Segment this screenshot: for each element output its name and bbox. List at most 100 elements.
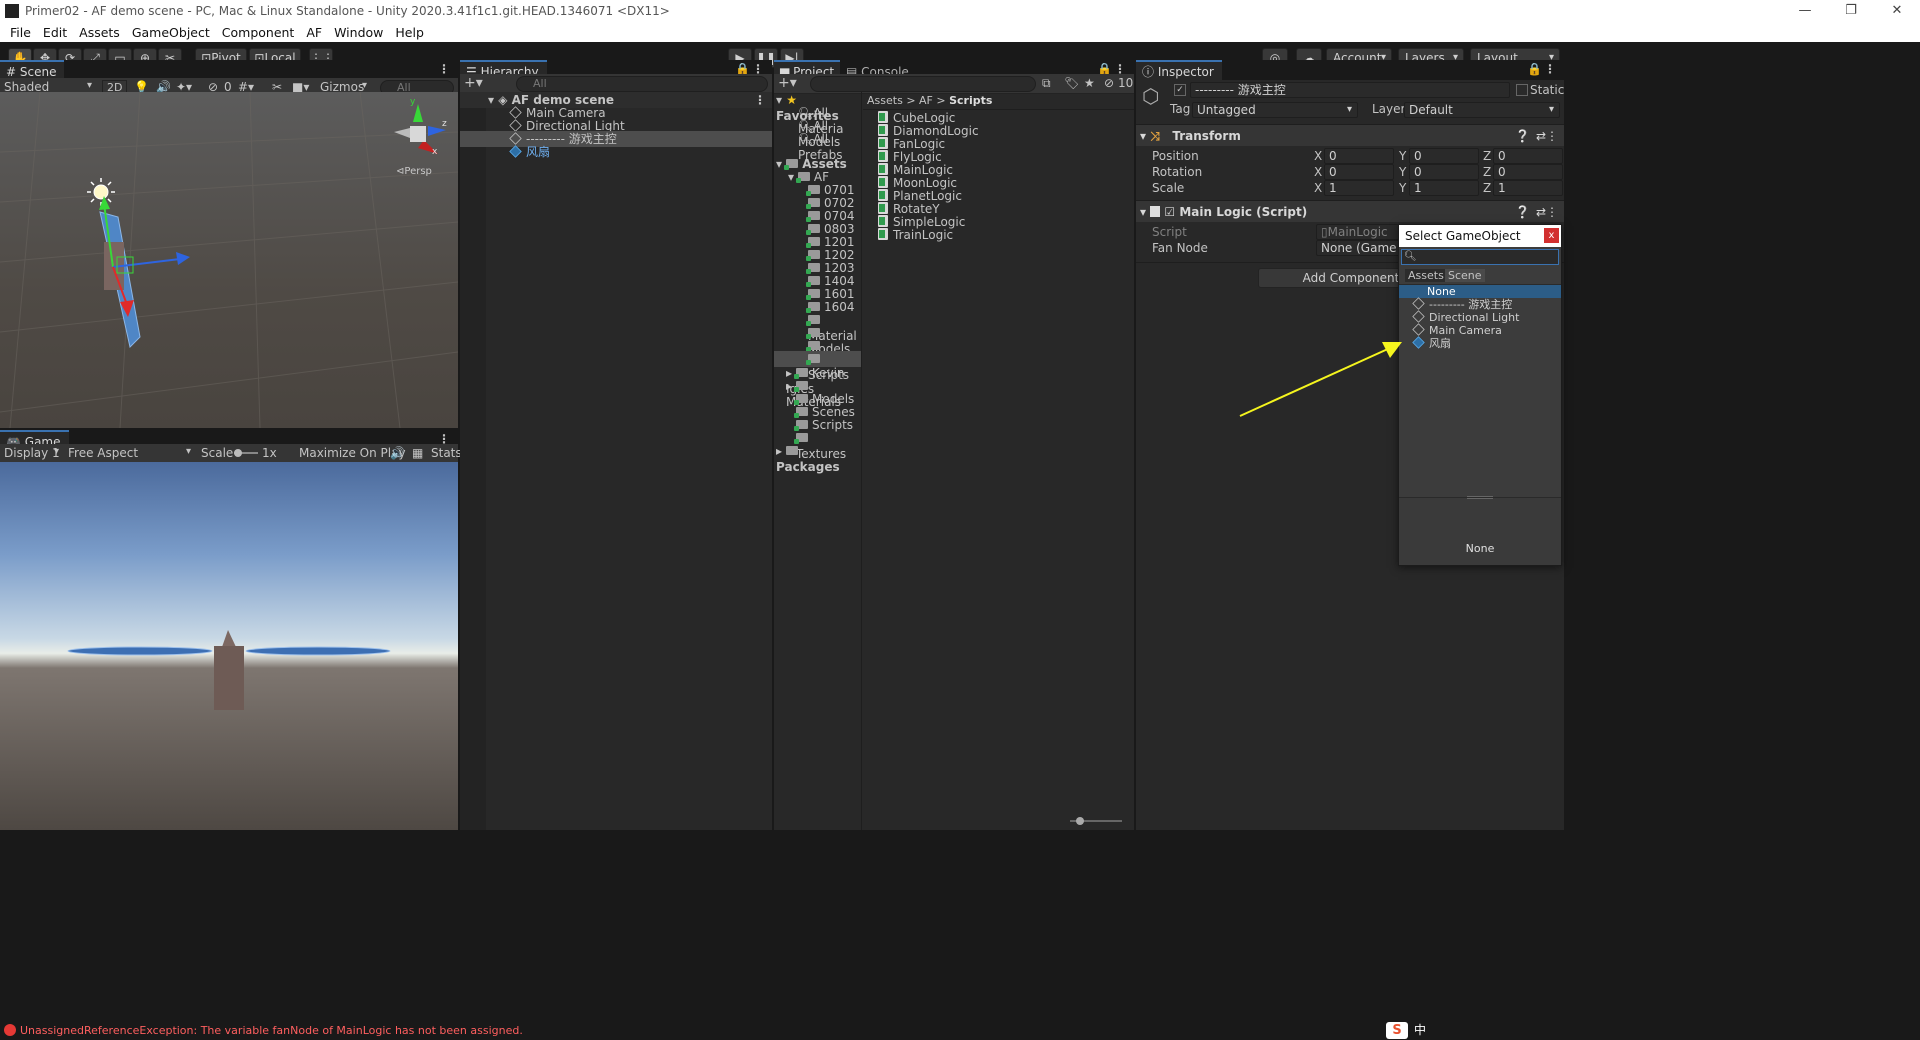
scale-x-axis-label[interactable]: X [1314, 180, 1322, 196]
rotation-z-axis-label[interactable]: Z [1483, 164, 1491, 180]
static-checkbox[interactable] [1516, 84, 1528, 96]
position-x-field[interactable]: 0 [1324, 148, 1394, 164]
packages-expand-arrow[interactable]: ▸ [776, 444, 782, 458]
popup-item-main-camera[interactable]: Main Camera [1399, 323, 1561, 337]
popup-item-fan[interactable]: 风扇 [1399, 336, 1561, 350]
icon-size-slider-handle[interactable] [1076, 817, 1084, 825]
menu-af[interactable]: AF [300, 25, 328, 40]
rotation-y-axis-label[interactable]: Y [1399, 164, 1406, 180]
search-by-type-icon[interactable]: ⧉ [1042, 76, 1051, 91]
scale-y-axis-label[interactable]: Y [1399, 180, 1406, 196]
favorite-star-icon[interactable]: ★ [1084, 76, 1095, 90]
menu-edit[interactable]: Edit [37, 25, 73, 40]
active-checkbox[interactable]: ✓ [1174, 84, 1186, 96]
position-z-field[interactable]: 0 [1493, 148, 1563, 164]
breadcrumb-af[interactable]: AF [919, 94, 933, 107]
tab-inspector[interactable]: ⓘ Inspector [1136, 60, 1222, 80]
project-add-button[interactable]: +▾ [778, 75, 797, 91]
inspector-menu-icon[interactable]: ⋮ [1544, 62, 1556, 76]
search-by-label-icon[interactable]: 🏷 [1064, 76, 1079, 90]
help-icon[interactable]: ❔ [1515, 125, 1530, 147]
gameobject-name-field[interactable]: --------- 游戏主控 [1190, 82, 1510, 98]
minimize-button[interactable]: — [1782, 0, 1828, 22]
persp-label[interactable]: ⊲Persp [396, 166, 432, 177]
scene-menu-icon[interactable]: ⋮ [438, 62, 450, 76]
rotation-z-field[interactable]: 0 [1493, 164, 1563, 180]
hidden-packages-icon[interactable]: ⊘ [1104, 76, 1114, 90]
popup-item-none[interactable]: None [1399, 285, 1561, 298]
main-logic-expand-arrow[interactable]: ▾ [1140, 205, 1146, 219]
hierarchy-add-button[interactable]: +▾ [464, 75, 483, 91]
menu-component[interactable]: Component [216, 25, 301, 40]
ime-mode-label[interactable]: 中 [1414, 1021, 1426, 1040]
tag-dropdown[interactable]: Untagged [1192, 102, 1358, 118]
orientation-gizmo[interactable] [394, 104, 446, 154]
annotation-arrow [1239, 342, 1402, 417]
transform-header[interactable]: ▾ ⤨ Transform ❔ ⇄ ⋮ [1136, 124, 1564, 146]
scale-slider[interactable] [234, 449, 258, 457]
fan-node-field[interactable]: None (Game Obje [1316, 240, 1400, 256]
aspect-dropdown[interactable]: Free Aspect [68, 446, 138, 460]
popup-item-directional-light[interactable]: Directional Light [1399, 310, 1561, 324]
rotation-x-axis-label[interactable]: X [1314, 164, 1322, 180]
packages-row[interactable]: ▸ Packages [774, 443, 861, 474]
help-icon[interactable]: ❔ [1515, 201, 1530, 223]
position-x-axis-label[interactable]: X [1314, 148, 1322, 164]
popup-close-button[interactable]: x [1544, 228, 1559, 243]
rotation-y-field[interactable]: 0 [1409, 164, 1479, 180]
inspector-lock-icon[interactable]: 🔒 [1527, 62, 1542, 76]
menu-gameobject[interactable]: GameObject [126, 25, 216, 40]
gizmos-dropdown-arrow[interactable]: ▾ [362, 80, 367, 91]
mute-audio-icon[interactable]: 🔊 [390, 446, 405, 460]
breadcrumb-assets[interactable]: Assets [867, 94, 903, 107]
directional-light-icon[interactable] [87, 178, 115, 206]
maximize-button[interactable]: ❐ [1828, 0, 1874, 22]
project-search-input[interactable] [810, 76, 1036, 92]
folder-icon [806, 250, 820, 261]
scene-viewport[interactable]: y x z ⊲Persp [0, 92, 458, 428]
preset-icon[interactable]: ⇄ [1536, 125, 1546, 147]
rotation-x-field[interactable]: 0 [1324, 164, 1394, 180]
status-bar[interactable]: UnassignedReferenceException: The variab… [0, 1021, 1920, 1040]
aspect-dropdown-arrow[interactable]: ▾ [186, 446, 191, 457]
popup-tab-assets[interactable]: Assets [1405, 269, 1447, 282]
component-enabled-checkbox[interactable]: ☑ [1164, 205, 1175, 219]
component-menu-icon[interactable]: ⋮ [1546, 201, 1558, 223]
resize-handle-icon[interactable] [1467, 496, 1493, 499]
stats-toggle[interactable]: Stats [431, 446, 462, 460]
scale-z-field[interactable]: 1 [1493, 180, 1563, 196]
popup-search-input[interactable]: 🔍︎ [1401, 249, 1559, 265]
popup-tab-scene[interactable]: Scene [1445, 269, 1485, 282]
position-z-axis-label[interactable]: Z [1483, 148, 1491, 164]
game-viewport[interactable] [0, 462, 458, 830]
scale-slider-handle[interactable] [234, 449, 242, 457]
static-label[interactable]: Static [1530, 82, 1564, 98]
menu-window[interactable]: Window [328, 25, 389, 40]
position-y-field[interactable]: 0 [1409, 148, 1479, 164]
stats-grid-icon[interactable]: ▦ [412, 446, 423, 460]
favorite-all-prefabs[interactable]: 🔍︎All Prefabs [774, 131, 861, 162]
scale-z-axis-label[interactable]: Z [1483, 180, 1491, 196]
hierarchy-item-fan[interactable]: 风扇 [460, 144, 772, 160]
position-y-axis-label[interactable]: Y [1399, 148, 1406, 164]
scale-x-field[interactable]: 1 [1324, 180, 1394, 196]
scale-y-field[interactable]: 1 [1409, 180, 1479, 196]
script-file-row[interactable]: TrainLogic [878, 227, 1128, 243]
display-dropdown[interactable]: Display 1 [4, 446, 60, 460]
menu-assets[interactable]: Assets [73, 25, 126, 40]
breadcrumb-scripts[interactable]: Scripts [949, 94, 992, 107]
game-panel: 🎮 Game ⋮ Display 1 ▾ Free Aspect ▾ Scale… [0, 430, 462, 830]
hierarchy-search-input[interactable]: All [516, 76, 768, 92]
shading-dropdown-arrow[interactable]: ▾ [87, 80, 92, 91]
component-menu-icon[interactable]: ⋮ [1546, 125, 1558, 147]
tab-scene[interactable]: # Scene [0, 60, 65, 80]
transform-expand-arrow[interactable]: ▾ [1140, 129, 1146, 143]
menu-file[interactable]: File [4, 25, 37, 40]
popup-item-main-logic[interactable]: --------- 游戏主控 [1399, 297, 1561, 311]
menu-help[interactable]: Help [389, 25, 430, 40]
preset-icon[interactable]: ⇄ [1536, 201, 1546, 223]
main-logic-header[interactable]: ▾ ☑ Main Logic (Script) ❔ ⇄ ⋮ [1136, 200, 1564, 222]
display-dropdown-arrow[interactable]: ▾ [54, 446, 59, 457]
layer-dropdown[interactable]: Default [1404, 102, 1560, 118]
close-window-button[interactable]: ✕ [1874, 0, 1920, 22]
